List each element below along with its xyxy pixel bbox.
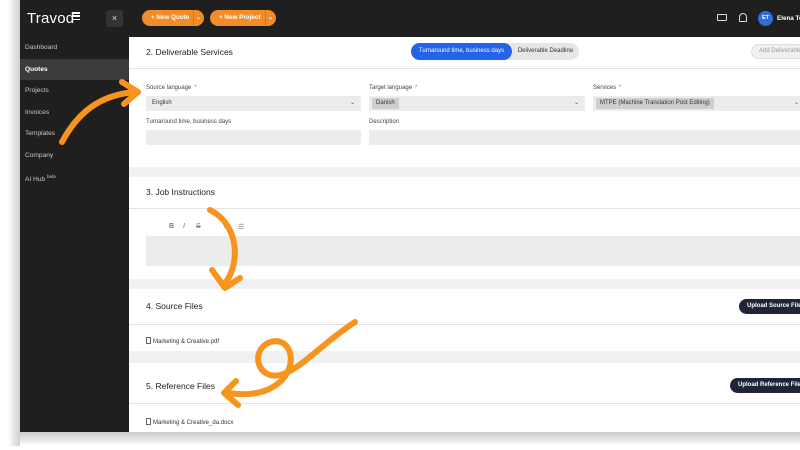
label-text: Services — [593, 85, 617, 91]
sidebar-item-label: AI Hub — [25, 176, 46, 184]
deadline-toggle[interactable]: Turnaround time, business days Deliverab… — [411, 43, 579, 60]
list-icon[interactable]: ☰ — [238, 223, 244, 231]
sidebar-item-templates[interactable]: Templates — [20, 123, 129, 145]
description-input[interactable] — [369, 130, 800, 145]
divider — [129, 403, 800, 404]
chevron-down-icon: ⌄ — [793, 100, 799, 106]
chevron-down-icon: ⌄ — [573, 100, 579, 106]
instructions-editor[interactable] — [146, 236, 800, 266]
app-window: Travod × Dashboard Quotes Projects Invoi… — [20, 0, 800, 432]
selected-tag: MTPE (Machine Translation Post Editing) — [596, 98, 714, 109]
new-project-button[interactable]: + New Project ⌄ — [210, 10, 276, 26]
sidebar: Travod × Dashboard Quotes Projects Invoi… — [20, 0, 129, 432]
target-language-label: Target language * — [369, 85, 417, 91]
divider — [129, 324, 800, 325]
file-icon — [146, 337, 151, 344]
chevron-down-icon[interactable]: ⌄ — [268, 10, 273, 26]
required-mark: * — [415, 85, 418, 91]
turnaround-label: Turnaround time, business days — [146, 119, 232, 125]
frame-shadow-bottom — [20, 432, 800, 446]
label-text: Source language — [146, 85, 192, 91]
target-language-select[interactable]: Danish ⌄ — [369, 96, 585, 111]
clear-format-button[interactable]: T× — [223, 224, 230, 230]
close-sidebar-button[interactable]: × — [106, 10, 123, 27]
services-label: Services * — [593, 85, 621, 91]
divider — [129, 208, 800, 209]
sidebar-item-dashboard[interactable]: Dashboard — [20, 37, 129, 59]
upload-reference-files-button[interactable]: Upload Reference Files — [730, 378, 800, 393]
section-title: 3. Job Instructions — [146, 187, 215, 197]
sidebar-item-company[interactable]: Company — [20, 145, 129, 167]
services-select[interactable]: MTPE (Machine Translation Post Editing) … — [593, 96, 800, 111]
section-title: 5. Reference Files — [146, 381, 215, 391]
label-text: Target language — [369, 85, 413, 91]
selected-value: English — [152, 100, 172, 106]
bell-icon[interactable] — [739, 13, 747, 22]
add-deliverable-button[interactable]: Add Deliverable — [751, 44, 800, 59]
button-separator — [193, 10, 194, 26]
new-quote-label: + New Quote — [151, 14, 190, 21]
chevron-down-icon: ⌄ — [349, 100, 355, 106]
section-title: 2. Deliverable Services — [146, 47, 233, 57]
file-name: Marketing & Creative_da.docx — [153, 420, 234, 426]
required-mark: * — [194, 85, 197, 91]
file-name: Marketing & Creative.pdf — [153, 339, 220, 345]
description-label: Description — [369, 119, 400, 125]
mail-icon[interactable] — [717, 14, 727, 21]
italic-button[interactable]: I — [183, 223, 185, 230]
strikethrough-button[interactable]: S — [196, 223, 201, 230]
toggle-turnaround[interactable]: Turnaround time, business days — [411, 43, 512, 60]
selected-tag: Danish — [372, 98, 399, 109]
logo-mark-icon — [72, 12, 80, 24]
avatar[interactable]: ET — [758, 11, 773, 26]
sidebar-item-quotes[interactable]: Quotes — [20, 58, 129, 80]
user-name[interactable]: Elena Te — [777, 11, 800, 26]
divider — [129, 68, 800, 69]
file-icon — [146, 418, 151, 425]
button-separator — [265, 10, 266, 26]
required-mark: * — [619, 85, 622, 91]
file-item[interactable]: Marketing & Creative_da.docx — [146, 418, 233, 426]
section-title: 4. Source Files — [146, 301, 203, 311]
file-item[interactable]: Marketing & Creative.pdf — [146, 337, 219, 345]
beta-badge: beta — [47, 174, 56, 179]
frame-shadow-left — [8, 0, 20, 446]
toggle-deadline[interactable]: Deliverable Deadline — [512, 43, 579, 60]
source-files-section: 4. Source Files Upload Source Files Mark… — [129, 289, 800, 351]
logo: Travod — [27, 10, 75, 27]
sidebar-item-ai-hub[interactable]: AI Hub beta — [20, 166, 129, 188]
main-content: 2. Deliverable Services Turnaround time,… — [129, 37, 800, 432]
bold-button[interactable]: B — [169, 223, 174, 230]
sidebar-item-invoices[interactable]: Invoices — [20, 102, 129, 124]
source-language-select[interactable]: English ⌄ — [146, 96, 361, 111]
deliverable-services-section: 2. Deliverable Services Turnaround time,… — [129, 37, 800, 167]
top-bar: + New Quote ⌄ + New Project ⌄ ET Elena T… — [129, 0, 800, 37]
new-quote-button[interactable]: + New Quote ⌄ — [142, 10, 204, 26]
chevron-down-icon[interactable]: ⌄ — [196, 10, 201, 26]
new-project-label: + New Project — [219, 14, 261, 21]
turnaround-input[interactable] — [146, 130, 361, 145]
sidebar-item-projects[interactable]: Projects — [20, 80, 129, 102]
reference-files-section: 5. Reference Files Upload Reference File… — [129, 363, 800, 432]
sidebar-nav: Dashboard Quotes Projects Invoices Templ… — [20, 37, 129, 188]
upload-source-files-button[interactable]: Upload Source Files — [739, 299, 800, 314]
source-language-label: Source language * — [146, 85, 197, 91]
